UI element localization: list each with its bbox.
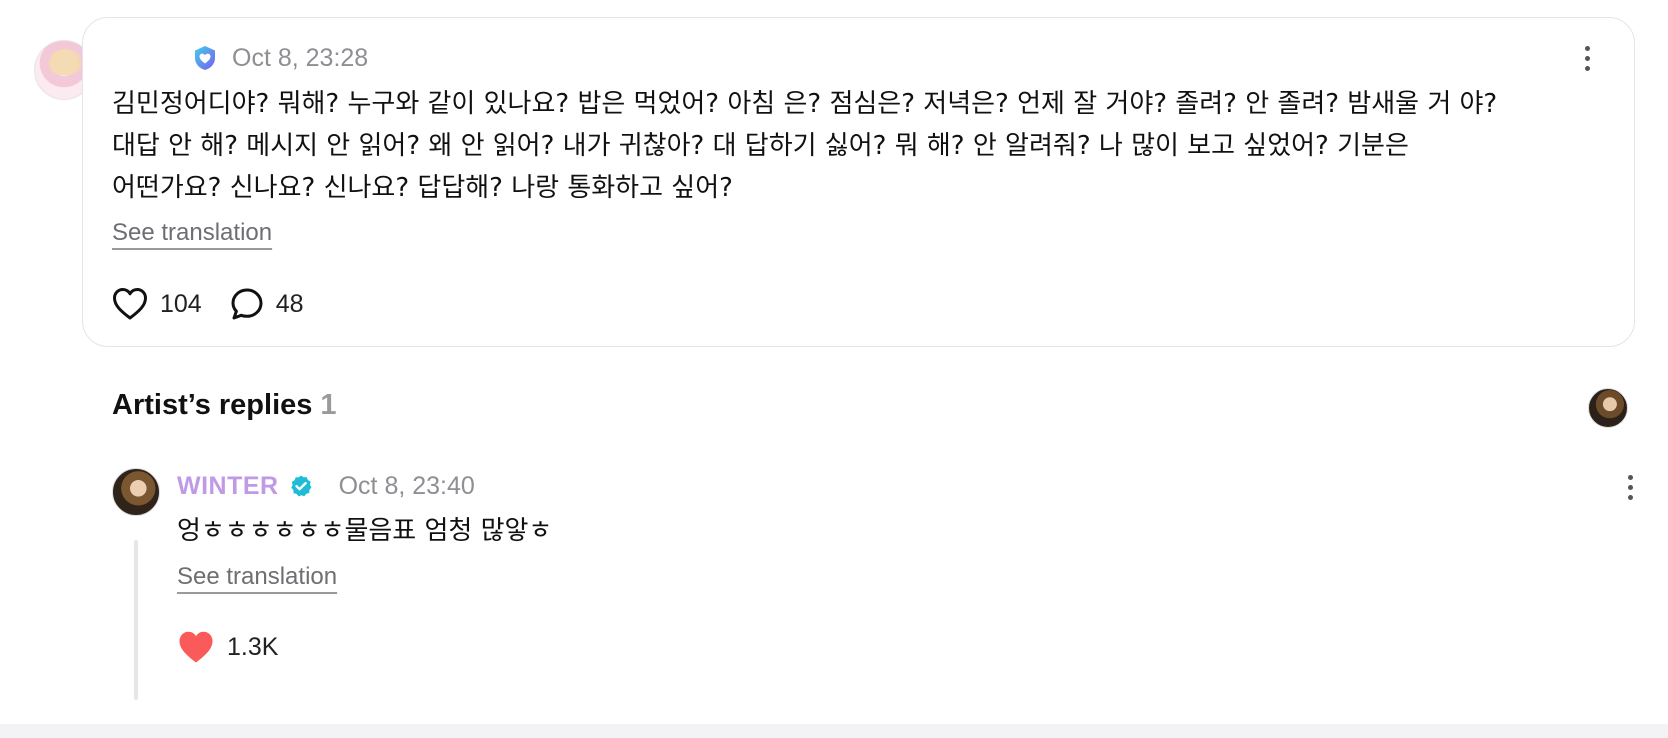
reply-timestamp: Oct 8, 23:40: [338, 471, 475, 500]
post-detail-page: Oct 8, 23:28 김민정어디야? 뭐해? 누구와 같이 있나요? 밥은 …: [0, 0, 1668, 738]
heart-outline-icon: [113, 288, 147, 320]
artist-replies-heading: Artist’s replies 1: [112, 389, 337, 422]
bottom-divider: [0, 724, 1668, 738]
reply-header: WINTER Oct 8, 23:40: [177, 468, 475, 504]
post-see-translation-link[interactable]: See translation: [112, 219, 272, 247]
artist-replies-title: Artist’s replies: [112, 389, 313, 421]
post-body-text: 김민정어디야? 뭐해? 누구와 같이 있나요? 밥은 먹었어? 아침 은? 점심…: [112, 89, 1498, 203]
reply-more-button[interactable]: [1618, 469, 1642, 505]
thread-line: [134, 540, 138, 700]
artist-avatar[interactable]: [112, 468, 160, 516]
more-vertical-icon: [1584, 45, 1590, 51]
comment-button[interactable]: 48: [230, 287, 304, 321]
verified-check-icon: [290, 475, 312, 497]
artist-replies-count: 1: [320, 389, 337, 421]
reply-like-button[interactable]: 1.3K: [177, 627, 278, 667]
artist-avatar-small[interactable]: [1588, 388, 1628, 428]
reply-like-count: 1.3K: [227, 632, 279, 661]
reply-body-text: 엉ㅎㅎㅎㅎㅎㅎ물음표 엄청 많앟ㅎ: [177, 516, 553, 546]
speech-bubble-icon: [231, 288, 263, 320]
post-header: Oct 8, 23:28: [192, 40, 368, 76]
more-vertical-icon: [1627, 474, 1633, 480]
post-timestamp: Oct 8, 23:28: [232, 43, 369, 72]
reply-see-translation-link[interactable]: See translation: [177, 563, 337, 591]
heart-filled-icon: [179, 631, 213, 663]
like-count: 104: [160, 289, 202, 318]
post-stats: 104 48: [112, 284, 332, 324]
shield-heart-badge-icon: [195, 46, 215, 70]
like-button[interactable]: 104: [112, 287, 202, 321]
post-more-button[interactable]: [1575, 40, 1599, 76]
artist-name[interactable]: WINTER: [177, 472, 279, 501]
comment-count: 48: [275, 289, 304, 318]
